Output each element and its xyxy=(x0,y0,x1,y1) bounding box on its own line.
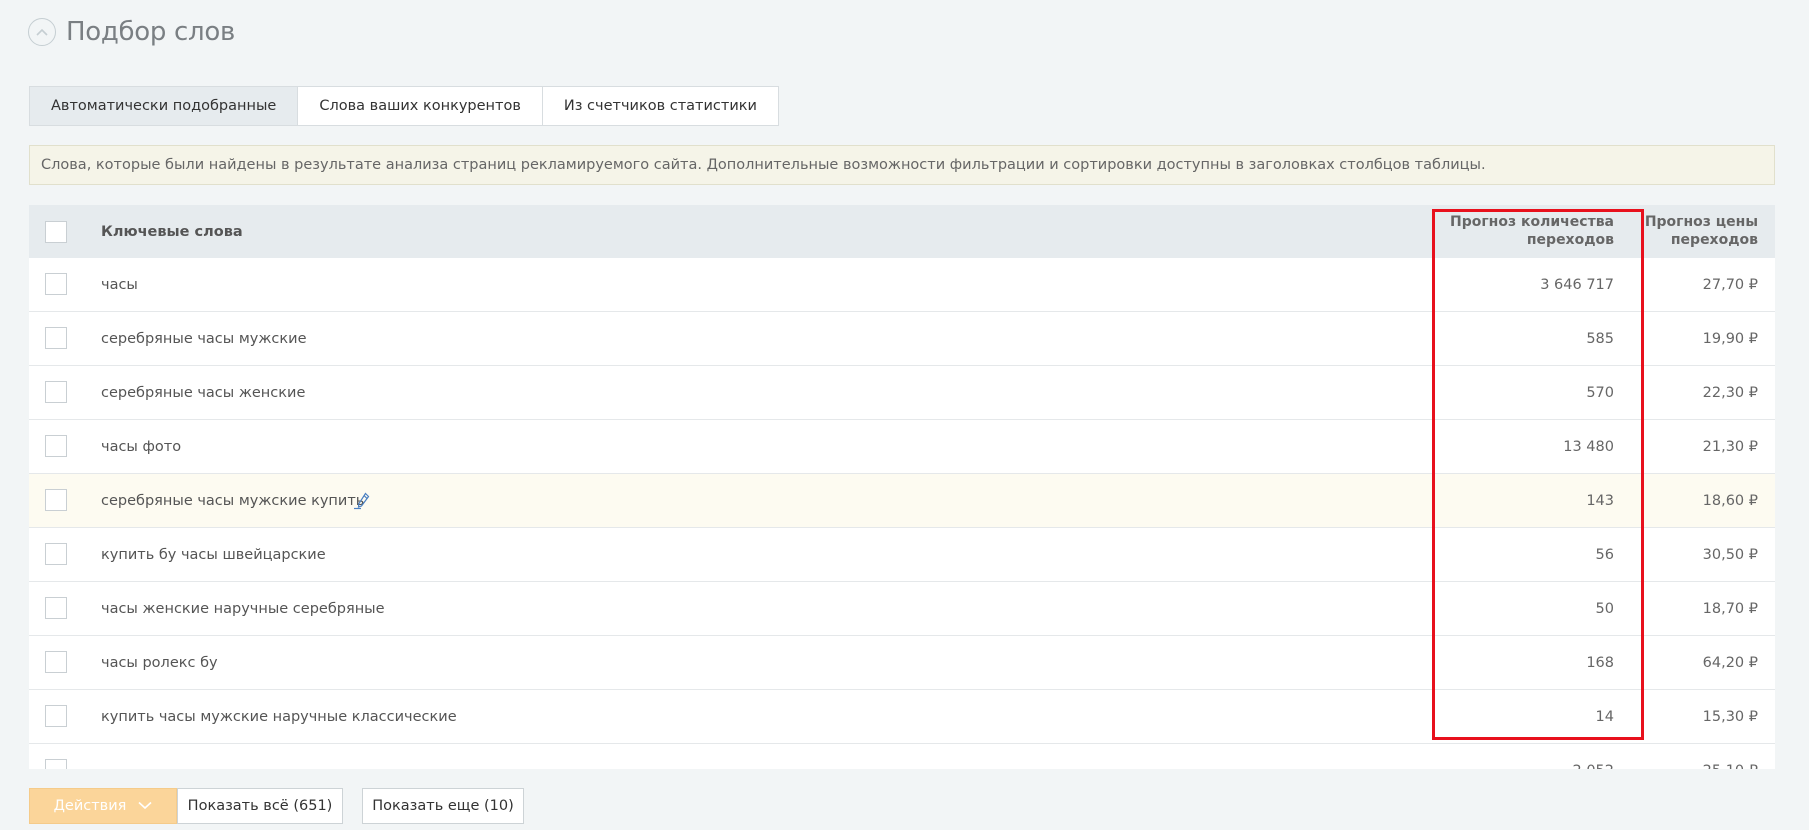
column-clicks-line2: переходов xyxy=(1526,232,1614,248)
actions-button[interactable]: Действия xyxy=(29,788,177,824)
clicks-cell: 143 xyxy=(1586,492,1614,509)
price-cell: 27,70 ₽ xyxy=(1702,276,1758,293)
price-cell: 15,30 ₽ xyxy=(1702,708,1758,725)
price-cell: 18,70 ₽ xyxy=(1702,600,1758,617)
row-checkbox[interactable] xyxy=(45,597,67,619)
clicks-cell: 50 xyxy=(1595,600,1614,617)
keywords-table: Ключевые слова Прогноз количества перехо… xyxy=(29,205,1775,769)
tab-competitors[interactable]: Слова ваших конкурентов xyxy=(297,86,543,126)
table-header: Ключевые слова Прогноз количества перехо… xyxy=(29,205,1775,258)
table-row[interactable]: купить часы мужские наручные классически… xyxy=(29,690,1775,744)
page-title: Подбор слов xyxy=(66,17,235,47)
table-row[interactable]: часы фото 13 480 21,30 ₽ xyxy=(29,420,1775,474)
price-cell: 21,30 ₽ xyxy=(1702,438,1758,455)
clicks-cell: 570 xyxy=(1586,384,1614,401)
select-all-checkbox[interactable] xyxy=(45,221,67,243)
source-tabs: Автоматически подобранные Слова ваших ко… xyxy=(29,86,779,126)
column-price-forecast[interactable]: Прогноз цены переходов xyxy=(1628,213,1758,249)
clicks-cell: 14 xyxy=(1595,708,1614,725)
column-clicks-line1: Прогноз количества xyxy=(1450,214,1614,230)
row-checkbox[interactable] xyxy=(45,759,67,769)
row-checkbox[interactable] xyxy=(45,327,67,349)
column-clicks-forecast[interactable]: Прогноз количества переходов xyxy=(1424,213,1614,249)
actions-label: Действия xyxy=(53,798,127,814)
keyword-cell: купить часы мужские наручные классически… xyxy=(101,708,457,725)
pencil-icon[interactable] xyxy=(353,490,375,512)
show-all-button[interactable]: Показать всё (651) xyxy=(177,788,343,824)
tab-statistics-counters[interactable]: Из счетчиков статистики xyxy=(541,86,779,126)
info-text: Слова, которые были найдены в результате… xyxy=(41,157,1486,173)
show-more-button[interactable]: Показать еще (10) xyxy=(362,788,524,824)
row-checkbox[interactable] xyxy=(45,543,67,565)
column-price-line2: переходов xyxy=(1670,232,1758,248)
keyword-cell: серебряные часы женские xyxy=(101,384,306,401)
clicks-cell: 585 xyxy=(1586,330,1614,347)
table-row[interactable]: серебряные часы мужские купить 143 18,60… xyxy=(29,474,1775,528)
keyword-cell: часы женские наручные серебряные xyxy=(101,600,385,617)
row-checkbox[interactable] xyxy=(45,489,67,511)
keyword-cell: серебряные часы мужские купить xyxy=(101,492,365,509)
chevron-up-icon[interactable] xyxy=(28,18,56,46)
row-checkbox[interactable] xyxy=(45,651,67,673)
clicks-cell: 168 xyxy=(1586,654,1614,671)
row-checkbox[interactable] xyxy=(45,273,67,295)
keyword-cell: часы xyxy=(101,276,138,293)
price-cell: 19,90 ₽ xyxy=(1702,330,1758,347)
price-cell: 30,50 ₽ xyxy=(1702,546,1758,563)
keyword-cell: купить бу часы швейцарские xyxy=(101,546,326,563)
row-checkbox[interactable] xyxy=(45,435,67,457)
table-row[interactable]: часы женские наручные серебряные 50 18,7… xyxy=(29,582,1775,636)
clicks-cell: 56 xyxy=(1595,546,1614,563)
table-row[interactable]: серебряные часы мужские 585 19,90 ₽ xyxy=(29,312,1775,366)
price-cell: 22,30 ₽ xyxy=(1702,384,1758,401)
price-cell: 18,60 ₽ xyxy=(1702,492,1758,509)
table-row[interactable]: 2 052 25,10 ₽ xyxy=(29,744,1775,769)
table-row[interactable]: часы ролекс бу 168 64,20 ₽ xyxy=(29,636,1775,690)
keyword-cell: часы ролекс бу xyxy=(101,654,218,671)
clicks-cell: 3 646 717 xyxy=(1540,276,1614,293)
info-banner: Слова, которые были найдены в результате… xyxy=(29,145,1775,185)
chevron-down-icon xyxy=(138,798,152,814)
table-row[interactable]: серебряные часы женские 570 22,30 ₽ xyxy=(29,366,1775,420)
price-cell: 64,20 ₽ xyxy=(1702,654,1758,671)
table-row[interactable]: купить бу часы швейцарские 56 30,50 ₽ xyxy=(29,528,1775,582)
column-price-line1: Прогноз цены xyxy=(1644,214,1758,230)
price-cell: 25,10 ₽ xyxy=(1703,744,1758,770)
tab-auto-selected[interactable]: Автоматически подобранные xyxy=(29,86,299,126)
clicks-cell: 2 052 xyxy=(1572,744,1614,770)
row-checkbox[interactable] xyxy=(45,381,67,403)
keyword-cell: часы фото xyxy=(101,438,182,455)
page-header: Подбор слов xyxy=(28,14,235,50)
column-keywords[interactable]: Ключевые слова xyxy=(101,205,243,258)
row-checkbox[interactable] xyxy=(45,705,67,727)
clicks-cell: 13 480 xyxy=(1563,438,1614,455)
table-row[interactable]: часы 3 646 717 27,70 ₽ xyxy=(29,258,1775,312)
keyword-cell: серебряные часы мужские xyxy=(101,330,307,347)
